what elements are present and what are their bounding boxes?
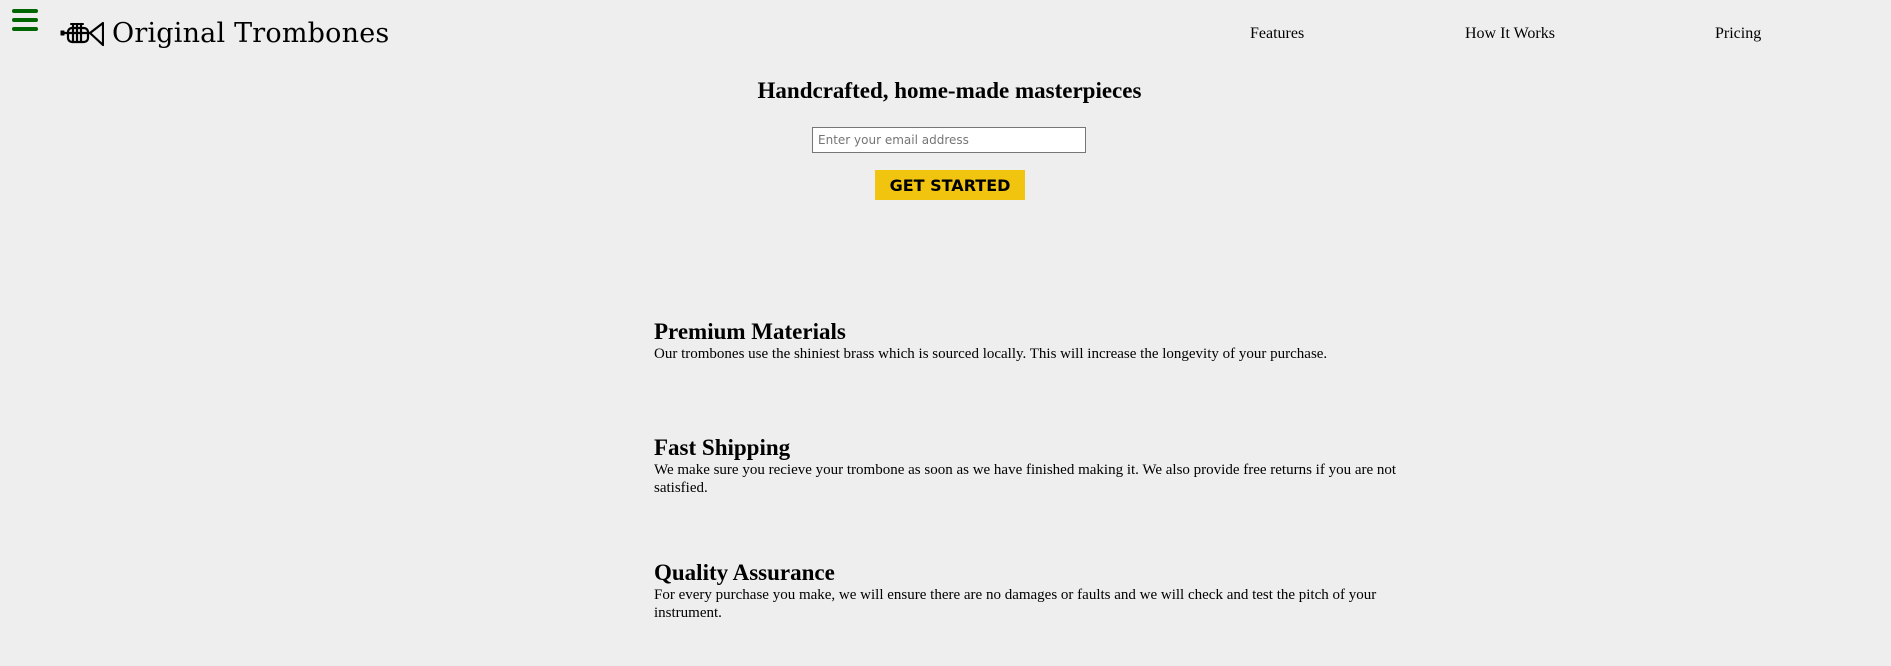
feature-description: Our trombones use the shiniest brass whi… [654, 346, 1328, 362]
hero-section: Handcrafted, home-made masterpieces [0, 78, 1891, 104]
feature-title: Premium Materials [654, 319, 846, 344]
feature-title: Quality Assurance [654, 560, 835, 585]
hamburger-menu-icon[interactable] [12, 9, 38, 31]
hero-title: Handcrafted, home-made masterpieces [757, 78, 1142, 103]
nav-link-features[interactable]: Features [1250, 25, 1304, 43]
feature-quality-assurance: Quality Assurance For every purchase you… [654, 560, 1434, 622]
brand-name: Original Trombones [112, 18, 390, 49]
trombone-icon [60, 21, 104, 46]
feature-description: We make sure you recieve your trombone a… [654, 462, 1397, 496]
menu-bar [12, 9, 38, 13]
get-started-button[interactable]: GET STARTED [875, 170, 1025, 200]
nav-link-how-it-works[interactable]: How It Works [1465, 25, 1555, 43]
feature-premium-materials: Premium Materials Our trombones use the … [654, 319, 1434, 363]
menu-bar [12, 18, 38, 22]
email-input[interactable] [812, 127, 1086, 153]
feature-description: For every purchase you make, we will ens… [654, 587, 1377, 621]
nav-link-pricing[interactable]: Pricing [1715, 25, 1761, 43]
feature-fast-shipping: Fast Shipping We make sure you recieve y… [654, 435, 1434, 497]
page: Original Trombones Features How It Works… [0, 0, 1891, 666]
brand-logo[interactable]: Original Trombones [60, 18, 389, 49]
feature-title: Fast Shipping [654, 435, 791, 460]
menu-bar [12, 27, 38, 31]
